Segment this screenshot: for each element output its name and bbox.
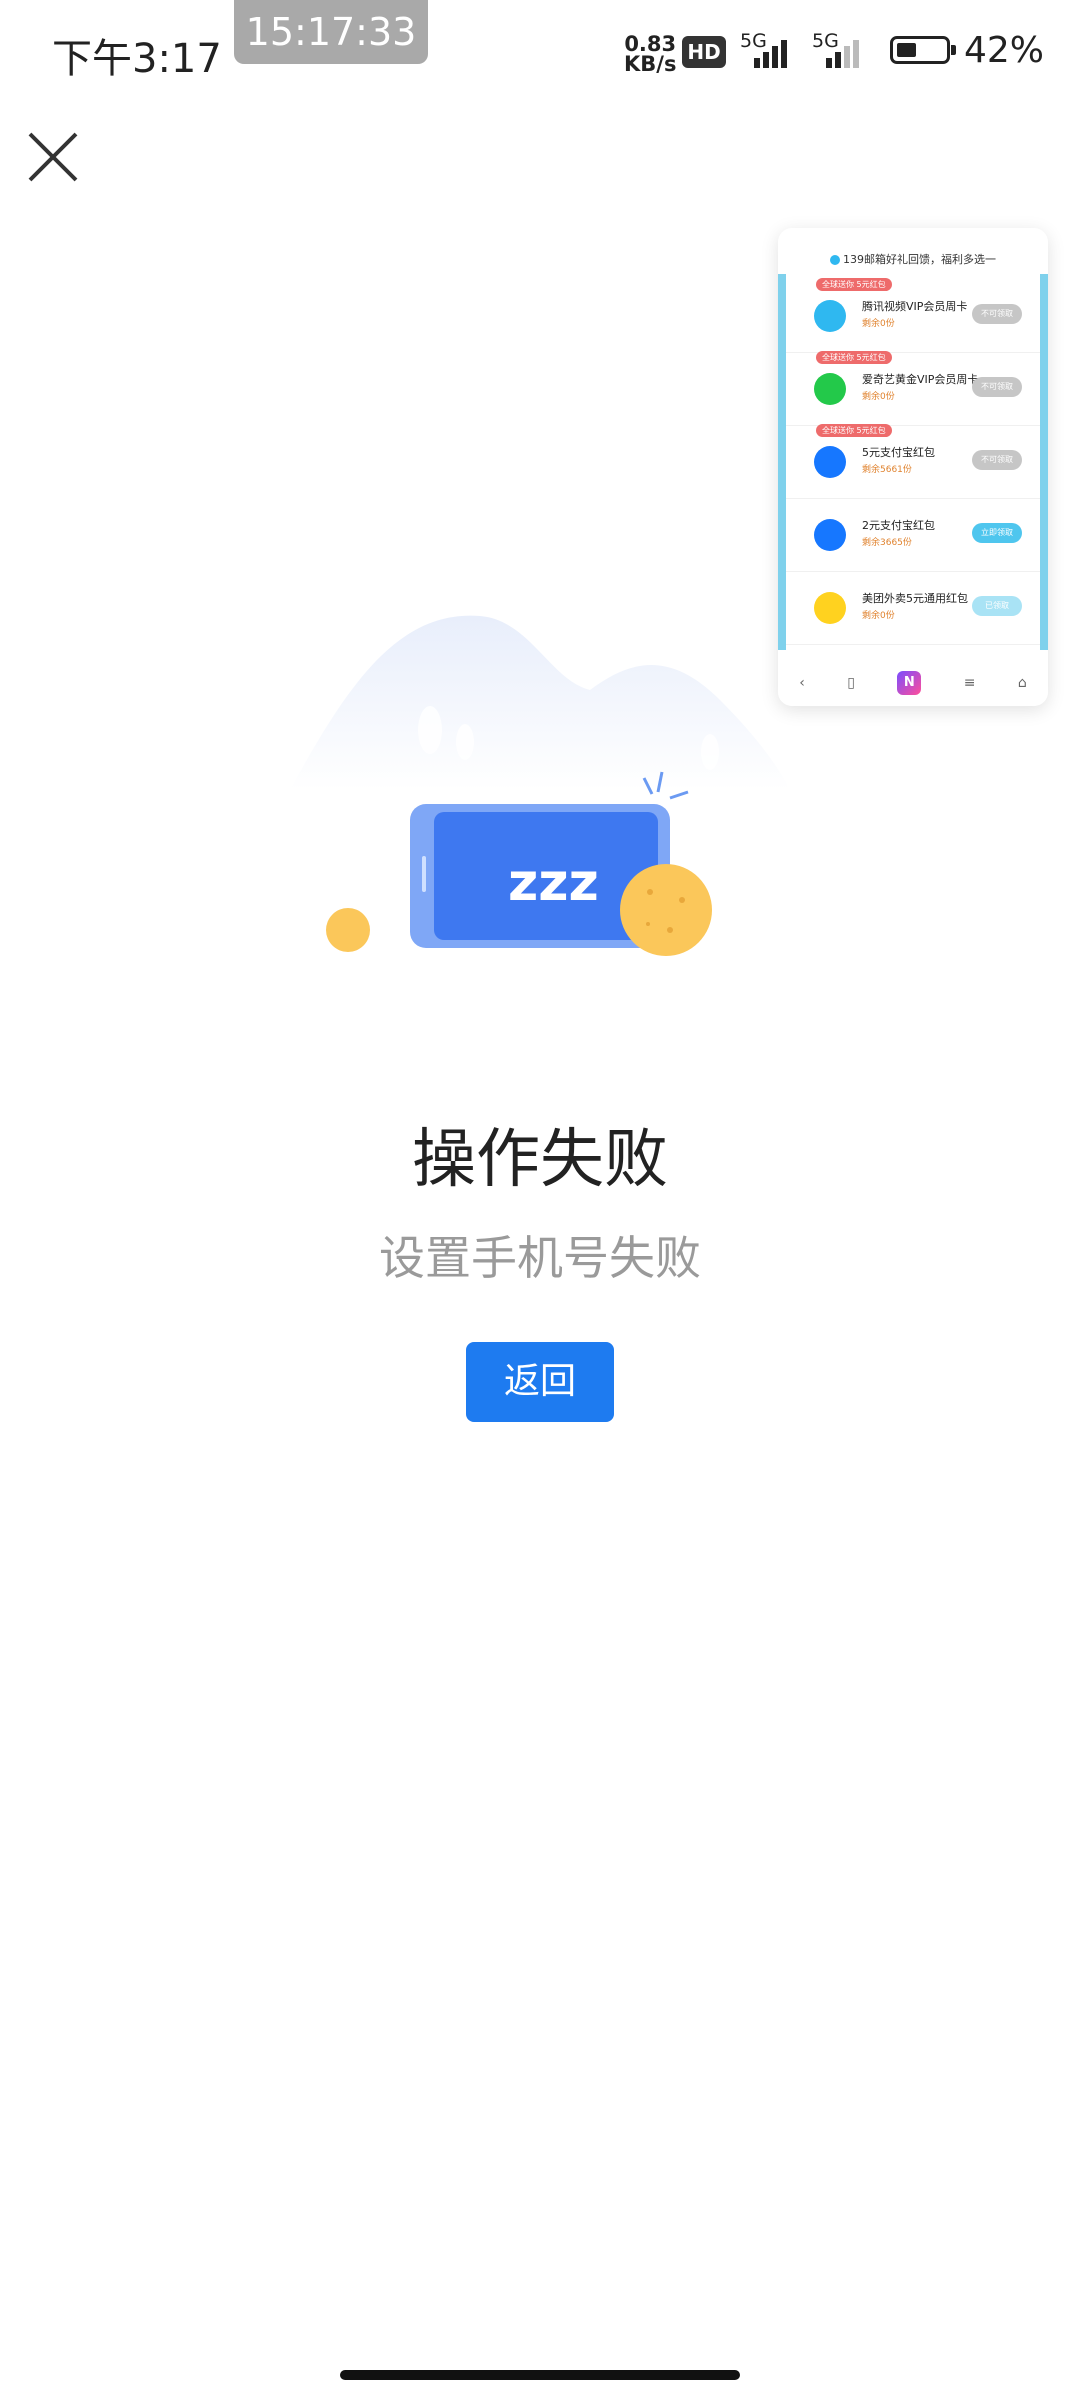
reward-title: 5元支付宝红包 (862, 446, 935, 459)
preview-header: 139邮箱好礼回馈，福利多选一 (778, 228, 1048, 274)
claim-button[interactable]: 不可领取 (972, 377, 1022, 397)
list-item[interactable]: 美团外卖5元通用红包 剩余0份 已领取 (786, 572, 1040, 645)
reward-stock: 剩余3665份 (862, 538, 912, 548)
preview-list: 全球送你 5元红包 腾讯视频VIP会员周卡 剩余0份 不可领取 全球送你 5元红包 爱奇艺… (778, 274, 1048, 650)
claim-button[interactable]: 已领取 (972, 596, 1022, 616)
claim-button[interactable]: 立即领取 (972, 523, 1022, 543)
reward-title: 美团外卖5元通用红包 (862, 592, 968, 605)
reward-title: 爱奇艺黄金VIP会员周卡 (862, 373, 979, 386)
reward-stock: 剩余5661份 (862, 465, 912, 475)
tabs-icon: ▯ (847, 675, 855, 691)
reward-stock: 剩余0份 (862, 319, 895, 329)
back-icon: ‹ (799, 675, 805, 691)
app-logo-icon: N (897, 671, 922, 695)
tencent-video-icon (814, 300, 846, 332)
battery-percent: 42% (964, 30, 1045, 71)
battery-icon (890, 36, 956, 64)
hd-icon: HD (682, 36, 726, 68)
error-message: 设置手机号失败 (379, 1231, 701, 1285)
meituan-icon (814, 592, 846, 624)
back-button[interactable]: 返回 (466, 1342, 614, 1422)
reward-stock: 剩余0份 (862, 611, 895, 621)
page-title: 操作失败 (412, 1123, 668, 1197)
menu-icon: ≡ (963, 675, 976, 691)
floating-preview-window[interactable]: 139邮箱好礼回馈，福利多选一 全球送你 5元红包 腾讯视频VIP会员周卡 剩余0份… (778, 228, 1048, 706)
network-speed-unit: KB/s (624, 52, 677, 76)
list-item[interactable]: 全球送你 5元红包腾讯视频VIP会员周卡 剩余0份 不可领取 (786, 278, 1040, 353)
promo-tag: 全球送你 5元红包 (816, 424, 892, 437)
list-item[interactable]: 全球送你 5元红包 5元支付宝红包 剩余5661份 不可领取 (786, 424, 1040, 499)
close-icon[interactable] (22, 126, 84, 188)
home-icon: ⌂ (1017, 675, 1027, 691)
signal-1-icon: 5G (740, 30, 810, 70)
network-speed: 0.83 KB/s (624, 32, 677, 76)
clock-overlay: 15:17:33 (234, 0, 428, 64)
claim-button[interactable]: 不可领取 (972, 304, 1022, 324)
reward-stock: 剩余0份 (862, 392, 895, 402)
status-time: 下午3:17 (52, 36, 222, 82)
network-speed-value: 0.83 (624, 32, 677, 56)
zzz-text: zzz (508, 853, 599, 913)
iqiyi-icon (814, 373, 846, 405)
claim-button[interactable]: 不可领取 (972, 450, 1022, 470)
alipay-icon (814, 446, 846, 478)
home-indicator[interactable] (340, 2370, 740, 2380)
reward-title: 2元支付宝红包 (862, 519, 935, 532)
promo-tag: 全球送你 5元红包 (816, 351, 892, 364)
reward-title: 腾讯视频VIP会员周卡 (862, 300, 968, 313)
status-bar: 下午3:17 15:17:33 0.83 KB/s HD 5G 5G 42% (0, 0, 1080, 100)
alipay-icon (814, 519, 846, 551)
sleeping-phone-illustration: zzz (290, 615, 790, 956)
list-item[interactable]: 全球送你 5元红包爱奇艺黄金VIP会员周卡 剩余0份 不可领取 (786, 351, 1040, 426)
promo-tag: 全球送你 5元红包 (816, 278, 892, 291)
list-item[interactable]: 2元支付宝红包 剩余3665份 立即领取 (786, 499, 1040, 572)
signal-2-icon: 5G (812, 30, 882, 70)
preview-nav-bar: ‹ ▯ N ≡ ⌂ (778, 660, 1048, 706)
